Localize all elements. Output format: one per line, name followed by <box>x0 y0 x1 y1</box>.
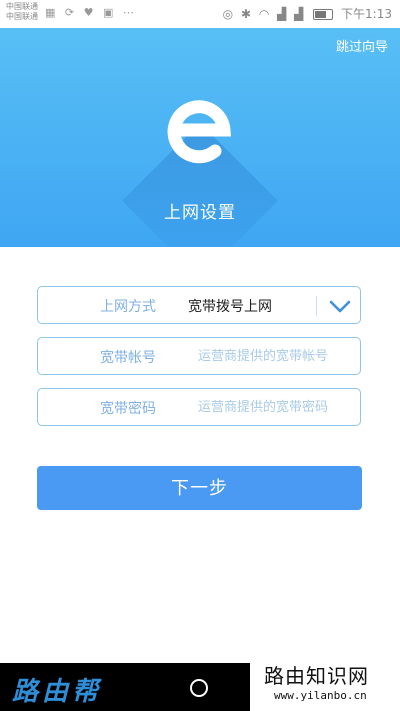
battery-fill <box>315 11 327 18</box>
connection-type-select[interactable]: 上网方式 宽带拨号上网 <box>37 286 361 324</box>
connection-type-value: 宽带拨号上网 <box>188 299 272 315</box>
header-banner: 跳过向导 上网设置 <box>0 28 400 247</box>
signal-icons: ◎ ✱ ◠ ▟ ▟ <box>222 7 306 21</box>
status-bar: 中国联通 中国联通 ▦ ⟳ ♥ ▣ ⋯ ◎ ✱ ◠ ▟ ▟ 下午1:13 <box>0 0 400 28</box>
watermark-right: 路由知识网 www.yilanbo.cn <box>250 656 400 711</box>
skip-wizard-link[interactable]: 跳过向导 <box>336 36 388 55</box>
carrier-1: 中国联通 <box>6 2 38 11</box>
page-title: 上网设置 <box>164 203 236 223</box>
next-step-button[interactable]: 下一步 <box>37 466 362 510</box>
chevron-down-icon[interactable] <box>328 295 352 317</box>
account-field: 宽带帐号 <box>37 337 361 375</box>
select-divider <box>316 296 317 316</box>
e-logo-icon <box>167 100 231 164</box>
status-time: 下午1:13 <box>341 7 392 21</box>
password-field: 宽带密码 <box>37 388 361 426</box>
carrier-2: 中国联通 <box>6 12 38 21</box>
home-button[interactable] <box>190 679 208 697</box>
watermark-url: www.yilanbo.cn <box>274 689 367 702</box>
watermark-left-text: 路由帮 <box>12 677 103 707</box>
carrier-labels: 中国联通 中国联通 <box>6 2 38 22</box>
account-label: 宽带帐号 <box>100 350 156 366</box>
notification-icons: ▦ ⟳ ♥ ▣ ⋯ <box>45 6 137 19</box>
password-input[interactable] <box>198 396 358 418</box>
battery-icon <box>313 9 334 20</box>
status-right: ◎ ✱ ◠ ▟ ▟ 下午1:13 <box>223 5 392 22</box>
account-input[interactable] <box>198 345 358 367</box>
connection-type-label: 上网方式 <box>100 299 156 315</box>
watermark-title: 路由知识网 <box>264 664 369 688</box>
password-label: 宽带密码 <box>100 401 156 417</box>
